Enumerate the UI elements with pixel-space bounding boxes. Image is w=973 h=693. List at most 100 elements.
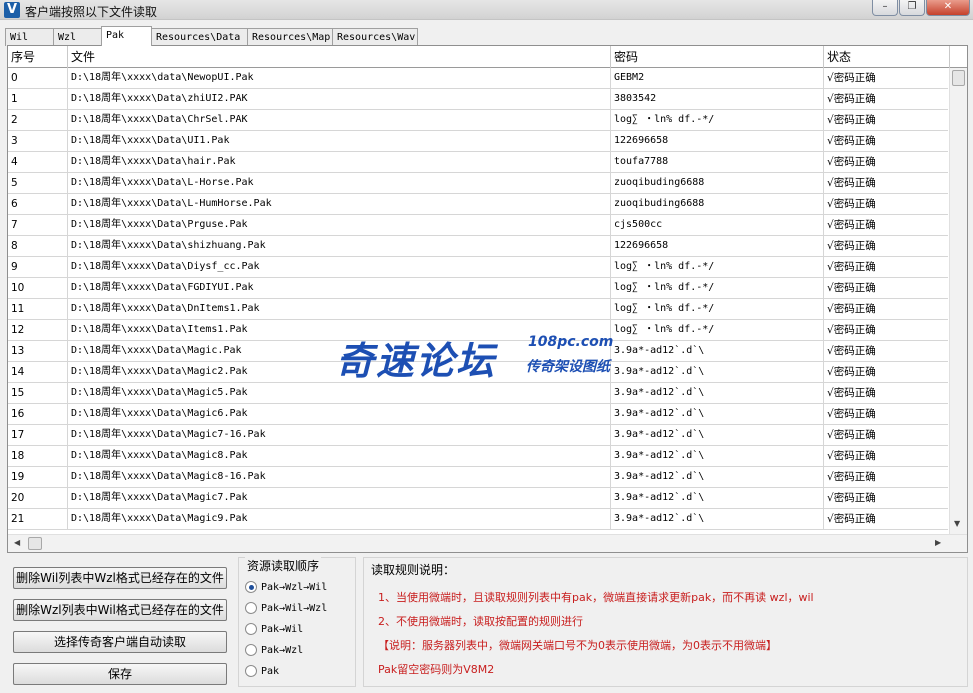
row-index[interactable]: 20 — [8, 488, 68, 509]
radio-pak[interactable]: Pak — [245, 663, 279, 679]
row-password[interactable]: 3.9a*-ad12`.d`\ — [611, 446, 824, 467]
row-file-path[interactable]: D:\18周年\xxxx\Data\DnItems1.Pak — [68, 299, 611, 320]
row-file-path[interactable]: D:\18周年\xxxx\Data\Magic.Pak — [68, 341, 611, 362]
row-status[interactable]: √密码正确 — [824, 110, 950, 131]
table-row[interactable]: 16 D:\18周年\xxxx\Data\Magic6.Pak 3.9a*-ad12… — [8, 404, 950, 425]
row-password[interactable]: 3.9a*-ad12`.d`\ — [611, 362, 824, 383]
radio-icon[interactable] — [245, 644, 257, 656]
row-index[interactable]: 2 — [8, 110, 68, 131]
table-row[interactable]: 10 D:\18周年\xxxx\Data\FGDIYUI.Pak log∑ ・ln%… — [8, 278, 950, 299]
row-index[interactable]: 0 — [8, 68, 68, 89]
row-status[interactable]: √密码正确 — [824, 320, 950, 341]
header-status[interactable]: 状态 — [824, 46, 950, 68]
row-status[interactable]: √密码正确 — [824, 467, 950, 488]
row-status[interactable]: √密码正确 — [824, 509, 950, 530]
row-password[interactable]: 3803542 — [611, 89, 824, 110]
row-password[interactable]: log∑ ・ln% df.-*/ — [611, 110, 824, 131]
row-index[interactable]: 14 — [8, 362, 68, 383]
row-file-path[interactable]: D:\18周年\xxxx\Data\zhiUI2.PAK — [68, 89, 611, 110]
row-file-path[interactable]: D:\18周年\xxxx\Data\L-Horse.Pak — [68, 173, 611, 194]
row-index[interactable]: 19 — [8, 467, 68, 488]
table-row[interactable]: 4 D:\18周年\xxxx\Data\hair.Pak toufa7788 √密码正… — [8, 152, 950, 173]
row-password[interactable]: 3.9a*-ad12`.d`\ — [611, 467, 824, 488]
row-password[interactable]: 122696658 — [611, 236, 824, 257]
close-button[interactable]: ✕ — [926, 0, 970, 16]
row-status[interactable]: √密码正确 — [824, 257, 950, 278]
row-file-path[interactable]: D:\18周年\xxxx\Data\Diysf_cc.Pak — [68, 257, 611, 278]
row-status[interactable]: √密码正确 — [824, 194, 950, 215]
scroll-down-icon[interactable]: ▼ — [954, 519, 960, 528]
row-index[interactable]: 15 — [8, 383, 68, 404]
tab-wil[interactable]: Wil — [5, 28, 54, 46]
row-status[interactable]: √密码正确 — [824, 341, 950, 362]
row-status[interactable]: √密码正确 — [824, 404, 950, 425]
table-row[interactable]: 2 D:\18周年\xxxx\Data\ChrSel.PAK log∑ ・ln% d… — [8, 110, 950, 131]
row-index[interactable]: 17 — [8, 425, 68, 446]
tab-resources-map[interactable]: Resources\Map — [247, 28, 333, 46]
row-password[interactable]: 3.9a*-ad12`.d`\ — [611, 509, 824, 530]
row-status[interactable]: √密码正确 — [824, 152, 950, 173]
row-status[interactable]: √密码正确 — [824, 425, 950, 446]
row-password[interactable]: 3.9a*-ad12`.d`\ — [611, 425, 824, 446]
row-file-path[interactable]: D:\18周年\xxxx\Data\Items1.Pak — [68, 320, 611, 341]
tab-wzl[interactable]: Wzl — [53, 28, 102, 46]
row-index[interactable]: 1 — [8, 89, 68, 110]
row-password[interactable]: log∑ ・ln% df.-*/ — [611, 299, 824, 320]
radio-icon[interactable] — [245, 665, 257, 677]
table-row[interactable]: 8 D:\18周年\xxxx\Data\shizhuang.Pak 12269665… — [8, 236, 950, 257]
table-row[interactable]: 7 D:\18周年\xxxx\Data\Prguse.Pak cjs500cc √密码… — [8, 215, 950, 236]
select-client-button[interactable]: 选择传奇客户端自动读取 — [13, 631, 227, 653]
tab-pak[interactable]: Pak — [101, 26, 152, 46]
row-password[interactable]: zuoqibuding6688 — [611, 194, 824, 215]
row-index[interactable]: 5 — [8, 173, 68, 194]
row-index[interactable]: 11 — [8, 299, 68, 320]
table-row[interactable]: 3 D:\18周年\xxxx\Data\UI1.Pak 122696658 √密码正确 — [8, 131, 950, 152]
row-index[interactable]: 18 — [8, 446, 68, 467]
save-button[interactable]: 保存 — [13, 663, 227, 685]
row-status[interactable]: √密码正确 — [824, 362, 950, 383]
table-row[interactable]: 11 D:\18周年\xxxx\Data\DnItems1.Pak log∑ ・ln… — [8, 299, 950, 320]
row-status[interactable]: √密码正确 — [824, 131, 950, 152]
row-status[interactable]: √密码正确 — [824, 68, 950, 89]
row-password[interactable]: 122696658 — [611, 131, 824, 152]
header-password[interactable]: 密码 — [611, 46, 824, 68]
radio-icon[interactable] — [245, 623, 257, 635]
row-password[interactable]: zuoqibuding6688 — [611, 173, 824, 194]
row-index[interactable]: 7 — [8, 215, 68, 236]
row-index[interactable]: 6 — [8, 194, 68, 215]
row-index[interactable]: 8 — [8, 236, 68, 257]
table-row[interactable]: 19 D:\18周年\xxxx\Data\Magic8-16.Pak 3.9a*-a… — [8, 467, 950, 488]
row-password[interactable]: 3.9a*-ad12`.d`\ — [611, 383, 824, 404]
row-password[interactable]: cjs500cc — [611, 215, 824, 236]
row-file-path[interactable]: D:\18周年\xxxx\Data\shizhuang.Pak — [68, 236, 611, 257]
vertical-scroll-thumb[interactable] — [952, 70, 965, 86]
table-row[interactable]: 15 D:\18周年\xxxx\Data\Magic5.Pak 3.9a*-ad12… — [8, 383, 950, 404]
row-file-path[interactable]: D:\18周年\xxxx\Data\Magic8.Pak — [68, 446, 611, 467]
row-file-path[interactable]: D:\18周年\xxxx\Data\ChrSel.PAK — [68, 110, 611, 131]
table-row[interactable]: 5 D:\18周年\xxxx\Data\L-Horse.Pak zuoqibudin… — [8, 173, 950, 194]
scroll-left-icon[interactable]: ◀ — [14, 538, 20, 547]
radio-icon[interactable] — [245, 602, 257, 614]
radio-pak-wzl[interactable]: Pak→Wzl — [245, 642, 303, 658]
row-file-path[interactable]: D:\18周年\xxxx\Data\Magic7-16.Pak — [68, 425, 611, 446]
row-index[interactable]: 16 — [8, 404, 68, 425]
row-status[interactable]: √密码正确 — [824, 488, 950, 509]
row-file-path[interactable]: D:\18周年\xxxx\Data\Magic2.Pak — [68, 362, 611, 383]
row-file-path[interactable]: D:\18周年\xxxx\Data\Magic9.Pak — [68, 509, 611, 530]
table-row[interactable]: 14 D:\18周年\xxxx\Data\Magic2.Pak 3.9a*-ad12… — [8, 362, 950, 383]
row-status[interactable]: √密码正确 — [824, 383, 950, 404]
horizontal-scroll-thumb[interactable] — [28, 537, 42, 550]
table-row[interactable]: 13 D:\18周年\xxxx\Data\Magic.Pak 3.9a*-ad12`… — [8, 341, 950, 362]
table-row[interactable]: 21 D:\18周年\xxxx\Data\Magic9.Pak 3.9a*-ad12… — [8, 509, 950, 530]
radio-selected-icon[interactable] — [245, 581, 257, 593]
row-password[interactable]: 3.9a*-ad12`.d`\ — [611, 488, 824, 509]
tab-resources-wav[interactable]: Resources\Wav — [332, 28, 418, 46]
table-row[interactable]: 1 D:\18周年\xxxx\Data\zhiUI2.PAK 3803542 √密码正… — [8, 89, 950, 110]
row-index[interactable]: 12 — [8, 320, 68, 341]
row-file-path[interactable]: D:\18周年\xxxx\Data\L-HumHorse.Pak — [68, 194, 611, 215]
row-password[interactable]: log∑ ・ln% df.-*/ — [611, 257, 824, 278]
restore-button[interactable]: ❐ — [899, 0, 925, 16]
delete-wzl-duplicates-button[interactable]: 删除Wzl列表中Wil格式已经存在的文件 — [13, 599, 227, 621]
row-password[interactable]: 3.9a*-ad12`.d`\ — [611, 404, 824, 425]
row-file-path[interactable]: D:\18周年\xxxx\Data\hair.Pak — [68, 152, 611, 173]
